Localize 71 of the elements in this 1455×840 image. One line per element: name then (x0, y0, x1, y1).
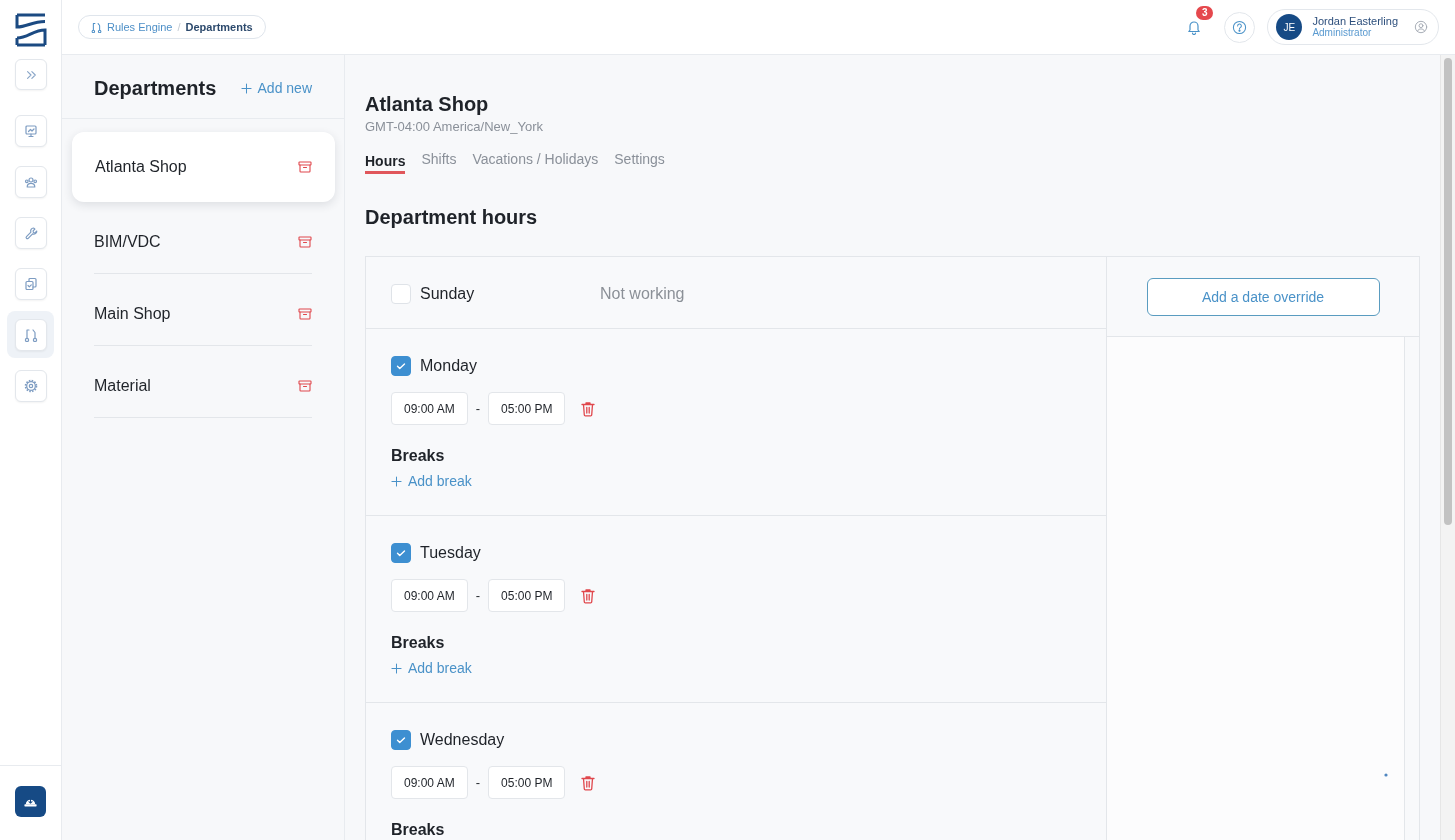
user-role: Administrator (1312, 27, 1372, 39)
dot-icon (1384, 773, 1388, 777)
nav-button[interactable] (14, 267, 47, 300)
breadcrumb-link[interactable]: Departments (185, 21, 253, 33)
user-menu-button[interactable]: JE Jordan Easterling Administrator (1267, 9, 1439, 45)
wrench-icon (23, 225, 38, 240)
department-item[interactable]: Material (94, 346, 312, 418)
day-name: Sunday (420, 285, 476, 303)
department-item[interactable]: Atlanta Shop (72, 132, 335, 202)
user-name: Jordan Easterling (1312, 15, 1398, 27)
breaks-label: Breaks (391, 820, 446, 840)
flow-icon (23, 327, 38, 342)
team-icon (23, 174, 38, 189)
archive-icon[interactable] (298, 235, 312, 248)
start-time-field[interactable]: 09:00 AM (391, 392, 468, 425)
day-status: Not working (600, 285, 685, 303)
bell-icon[interactable] (1186, 19, 1203, 35)
nav-button[interactable] (14, 114, 47, 147)
notification-badge: 3 (1196, 6, 1214, 20)
double-chevron-icon (24, 68, 37, 81)
nav-button[interactable] (14, 216, 47, 249)
archive-icon[interactable] (298, 161, 312, 173)
start-time-field[interactable]: 09:00 AM (391, 579, 468, 612)
department-item[interactable]: BIM/VDC (94, 202, 312, 274)
helmet-button[interactable] (15, 786, 46, 817)
flow-icon (91, 21, 102, 33)
breadcrumb-link[interactable]: Rules Engine (107, 21, 173, 33)
day-name: Monday (420, 357, 478, 375)
start-time-field[interactable]: 09:00 AM (391, 766, 468, 799)
day-checkbox[interactable] (391, 356, 411, 376)
end-time-field[interactable]: 05:00 PM (488, 766, 566, 799)
department-title: Atlanta Shop (365, 92, 490, 116)
day-checkbox[interactable] (391, 543, 411, 563)
breadcrumb-separator: / (177, 21, 181, 33)
trash-icon[interactable] (581, 400, 596, 417)
app-logo (14, 13, 47, 47)
day-name: Wednesday (420, 731, 506, 749)
breaks-label: Breaks (391, 446, 446, 466)
day-checkbox[interactable] (391, 730, 411, 750)
plus-icon (391, 475, 402, 487)
departments-title: Departments (94, 76, 217, 100)
plus-icon (391, 662, 402, 674)
nav-button[interactable] (14, 369, 47, 402)
range-separator: - (475, 401, 481, 416)
scrollbar-thumb[interactable] (1444, 58, 1452, 525)
day-name: Tuesday (420, 544, 482, 562)
plus-icon (240, 82, 252, 94)
end-time-field[interactable]: 05:00 PM (488, 579, 566, 612)
range-separator: - (475, 588, 481, 603)
section-title: Department hours (365, 205, 539, 229)
scrollbar-track[interactable] (1440, 55, 1455, 840)
gear-icon (23, 378, 38, 393)
nav-button[interactable] (14, 165, 47, 198)
user-circle-icon (1414, 20, 1428, 34)
tab[interactable]: Hours (365, 150, 406, 174)
help-button[interactable] (1224, 11, 1256, 43)
presentation-board-icon (23, 123, 38, 138)
archive-icon[interactable] (298, 307, 312, 320)
trash-icon[interactable] (581, 587, 596, 604)
timezone-label: GMT-04:00 America/New_York (365, 119, 544, 135)
user-avatar: JE (1276, 14, 1303, 40)
end-time-field[interactable]: 05:00 PM (488, 392, 566, 425)
expand-sidebar-button[interactable] (14, 59, 47, 90)
department-item[interactable]: Main Shop (94, 274, 312, 346)
copy-icon (23, 276, 38, 291)
trash-icon[interactable] (581, 774, 596, 791)
range-separator: - (475, 775, 481, 790)
help-icon (1232, 19, 1248, 35)
breaks-label: Breaks (391, 633, 446, 653)
nav-button[interactable] (14, 318, 47, 351)
archive-icon[interactable] (298, 379, 312, 392)
